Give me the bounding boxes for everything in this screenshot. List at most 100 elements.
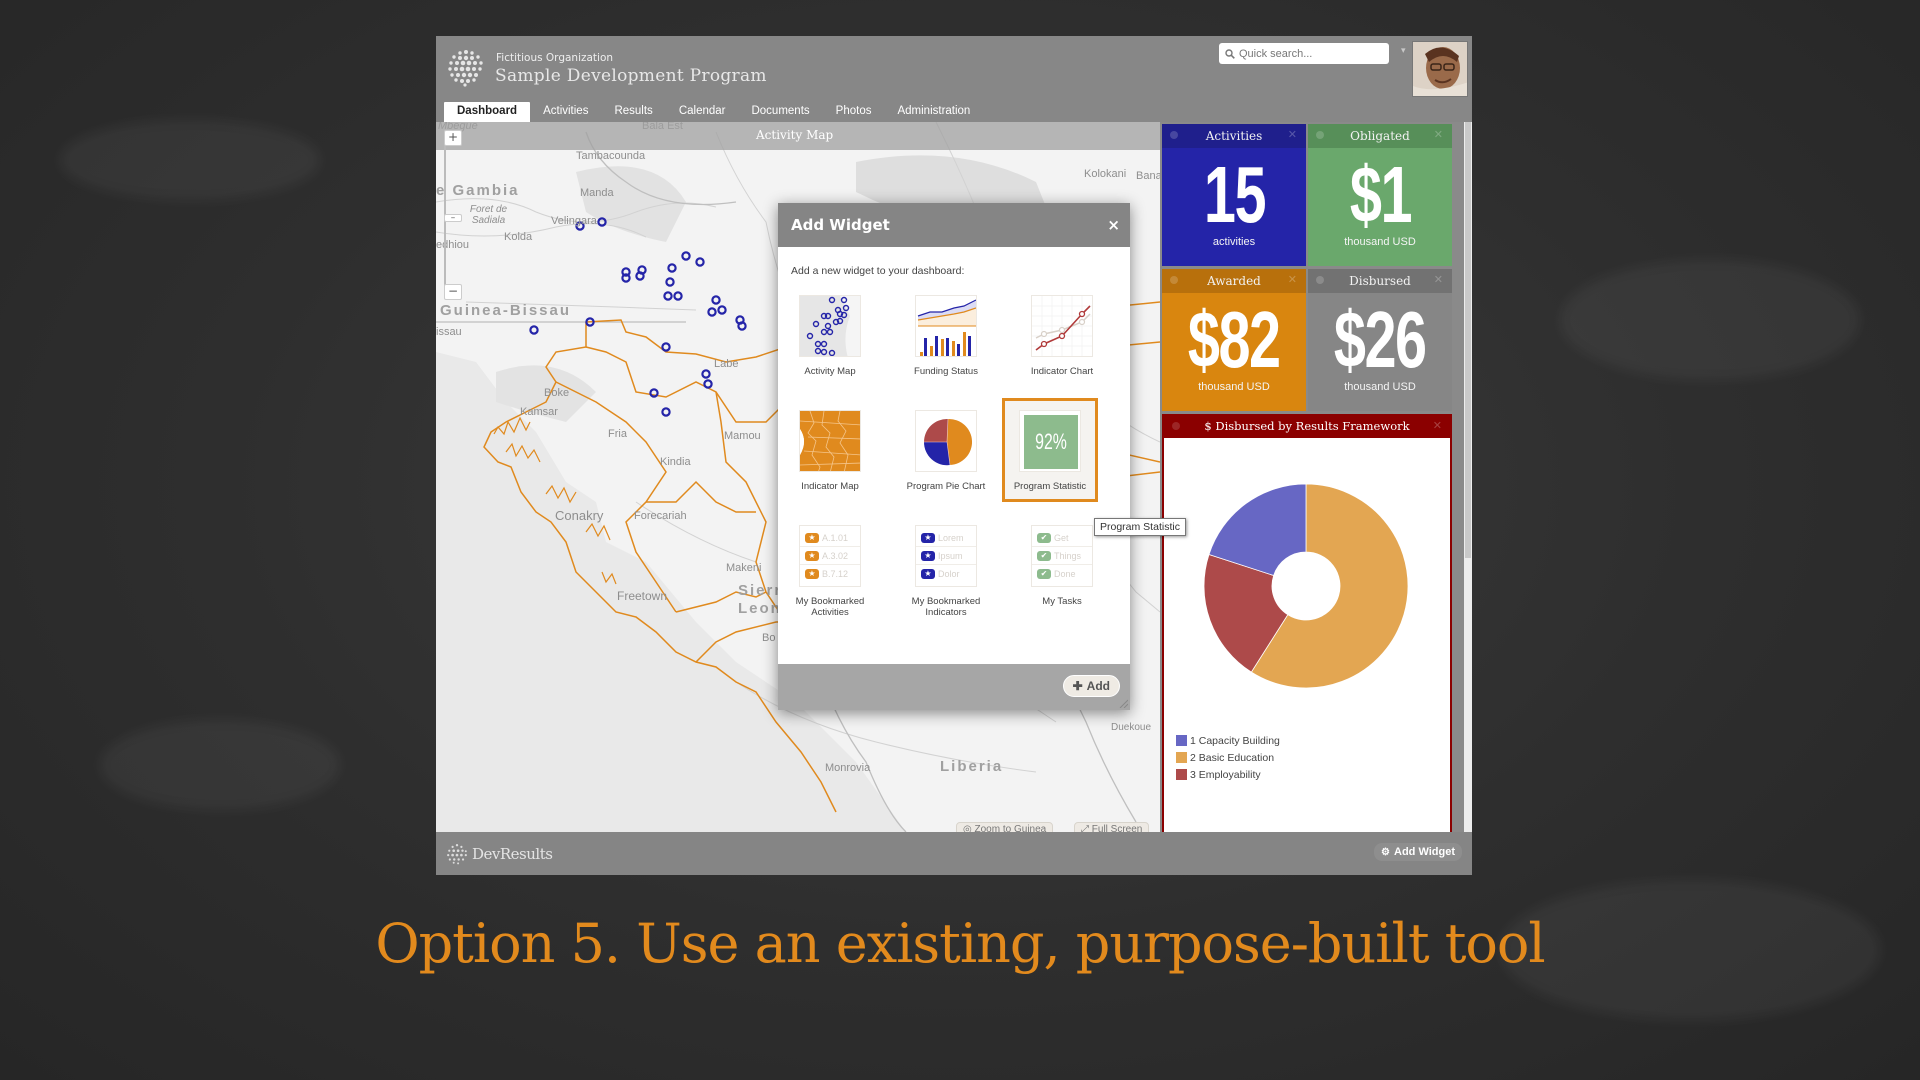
close-icon[interactable]: ✕ <box>1434 273 1443 286</box>
widget-option-my-tasks[interactable]: ✔ Get ✔ Things ✔ Done My Tasks <box>1014 525 1110 607</box>
close-icon[interactable]: ✕ <box>1288 128 1297 141</box>
widget-option-indicator-chart[interactable]: Indicator Chart <box>1014 295 1110 377</box>
footer-add-widget-button[interactable]: ⚙ Add Widget <box>1374 843 1462 861</box>
legend-label: 2 Basic Education <box>1190 751 1275 764</box>
activity-point[interactable] <box>597 217 607 227</box>
activity-point[interactable] <box>661 407 671 417</box>
gear-icon[interactable] <box>1316 276 1324 284</box>
tab-activities[interactable]: Activities <box>530 102 601 122</box>
widget-option-label: My Bookmarked Activities <box>795 596 865 618</box>
user-menu-caret-icon[interactable]: ▾ <box>1401 46 1406 56</box>
map-title-bar[interactable]: Activity Map <box>436 122 1160 150</box>
tile-value: $82 <box>1188 295 1281 384</box>
map-label-forecariah: Forecariah <box>634 510 687 522</box>
page-scrollbar[interactable] <box>1464 122 1472 832</box>
activity-point[interactable] <box>673 291 683 301</box>
donut-legend: 1 Capacity Building 2 Basic Education 3 Em… <box>1176 732 1280 783</box>
target-icon: ◎ <box>963 824 975 832</box>
legend-item[interactable]: 2 Basic Education <box>1176 749 1280 766</box>
funding-status-thumbnail-icon <box>915 295 977 357</box>
widget-option-label: My Bookmarked Indicators <box>911 596 981 618</box>
quick-search-input[interactable] <box>1239 47 1379 60</box>
modal-header[interactable]: Add Widget × <box>778 203 1130 247</box>
activity-point[interactable] <box>665 277 675 287</box>
widget-option-indicator-map[interactable]: Indicator Map <box>782 410 878 492</box>
tab-documents[interactable]: Documents <box>738 102 822 122</box>
map-label-conakry: Conakry <box>555 508 604 523</box>
close-icon[interactable]: ✕ <box>1288 273 1297 286</box>
stat-tile-activities[interactable]: Activities ✕ 15 activities <box>1162 124 1306 266</box>
widget-option-bookmarked-indicators[interactable]: ★ Lorem ★ Ipsum ★ Dolor My Bookmarked Indic… <box>898 525 994 618</box>
stat-tile-obligated[interactable]: Obligated ✕ $1 thousand USD <box>1308 124 1452 266</box>
statistic-thumb-value: 92% <box>1035 429 1067 454</box>
activity-point[interactable] <box>707 307 717 317</box>
app-footer: DevResults ⚙ Add Widget <box>436 832 1472 875</box>
tile-title: Awarded <box>1207 274 1261 288</box>
tab-administration[interactable]: Administration <box>884 102 983 122</box>
activity-point[interactable] <box>663 291 673 301</box>
background-smudge <box>100 720 340 810</box>
tab-results[interactable]: Results <box>601 102 665 122</box>
zoom-to-guinea-button[interactable]: ◎ Zoom to Guinea <box>956 822 1054 832</box>
activity-point[interactable] <box>635 271 645 281</box>
tile-body: $82 thousand USD <box>1162 293 1306 411</box>
map-label-guinea-bissau: Guinea-Bissau <box>440 302 572 319</box>
legend-swatch <box>1176 752 1187 763</box>
widget-option-program-statistic[interactable]: 92% Program Statistic <box>1002 398 1098 502</box>
program-name[interactable]: Sample Development Program <box>495 66 767 86</box>
activity-point[interactable] <box>711 295 721 305</box>
activity-point[interactable] <box>717 305 727 315</box>
legend-item[interactable]: 1 Capacity Building <box>1176 732 1280 749</box>
gear-icon[interactable] <box>1172 422 1180 430</box>
zoom-out-button[interactable]: − <box>444 284 462 300</box>
stat-tile-disbursed[interactable]: Disbursed ✕ $26 thousand USD <box>1308 269 1452 411</box>
widget-option-bookmarked-activities[interactable]: ★ A.1.01 ★ A.3.02 ★ B.7.12 My Bookmarked Ac… <box>782 525 878 618</box>
close-icon[interactable]: ✕ <box>1433 419 1442 432</box>
activity-point[interactable] <box>621 273 631 283</box>
activity-point[interactable] <box>703 379 713 389</box>
search-icon <box>1225 48 1235 59</box>
widget-option-funding-status[interactable]: Funding Status <box>898 295 994 377</box>
activity-point[interactable] <box>649 388 659 398</box>
activity-point[interactable] <box>695 257 705 267</box>
quick-search[interactable] <box>1219 43 1389 64</box>
tile-header: Awarded ✕ <box>1162 269 1306 293</box>
close-icon[interactable]: × <box>1107 216 1120 234</box>
tab-photos[interactable]: Photos <box>823 102 885 122</box>
activity-point[interactable] <box>667 263 677 273</box>
scrollbar-thumb[interactable] <box>1465 122 1471 558</box>
widget-option-activity-map[interactable]: Activity Map <box>782 295 878 377</box>
add-button[interactable]: ✚ Add <box>1062 675 1120 697</box>
activity-point[interactable] <box>681 251 691 261</box>
tab-dashboard[interactable]: Dashboard <box>444 102 531 122</box>
gear-icon[interactable] <box>1170 131 1178 139</box>
user-avatar[interactable] <box>1412 41 1468 97</box>
activity-point[interactable] <box>701 369 711 379</box>
tile-value: $26 <box>1334 295 1427 384</box>
widget-option-program-pie-chart[interactable]: Program Pie Chart <box>898 410 994 492</box>
activity-point[interactable] <box>737 321 747 331</box>
bookmarked-activities-thumbnail: ★ A.1.01 ★ A.3.02 ★ B.7.12 <box>799 525 861 587</box>
map-label-boke: Boke <box>544 387 570 399</box>
tile-value: 15 <box>1203 150 1266 239</box>
widget-option-label: Activity Map <box>804 366 856 377</box>
disbursed-by-results-widget[interactable]: $ Disbursed by Results Framework ✕ 1 Cap… <box>1162 414 1452 834</box>
tile-title: Obligated <box>1350 129 1410 143</box>
full-screen-button[interactable]: ⤢ Full Screen <box>1074 822 1150 832</box>
gear-icon[interactable] <box>1170 276 1178 284</box>
legend-item[interactable]: 3 Employability <box>1176 766 1280 783</box>
activity-point[interactable] <box>661 342 671 352</box>
indicator-chart-thumbnail-icon <box>1031 295 1093 357</box>
donut-chart[interactable] <box>1164 438 1450 728</box>
close-icon[interactable]: ✕ <box>1434 128 1443 141</box>
zoom-slider-handle[interactable]: – <box>444 214 462 223</box>
activity-point[interactable] <box>529 325 539 335</box>
zoom-in-button[interactable]: + <box>444 130 462 146</box>
tab-calendar[interactable]: Calendar <box>666 102 739 122</box>
resize-handle-icon[interactable] <box>1118 698 1128 708</box>
gear-icon[interactable] <box>1316 131 1324 139</box>
org-name: Fictitious Organization <box>496 52 614 64</box>
stat-tile-awarded[interactable]: Awarded ✕ $82 thousand USD <box>1162 269 1306 411</box>
map-label-mamou: Mamou <box>724 430 761 442</box>
devresults-logo[interactable]: DevResults <box>446 843 553 865</box>
